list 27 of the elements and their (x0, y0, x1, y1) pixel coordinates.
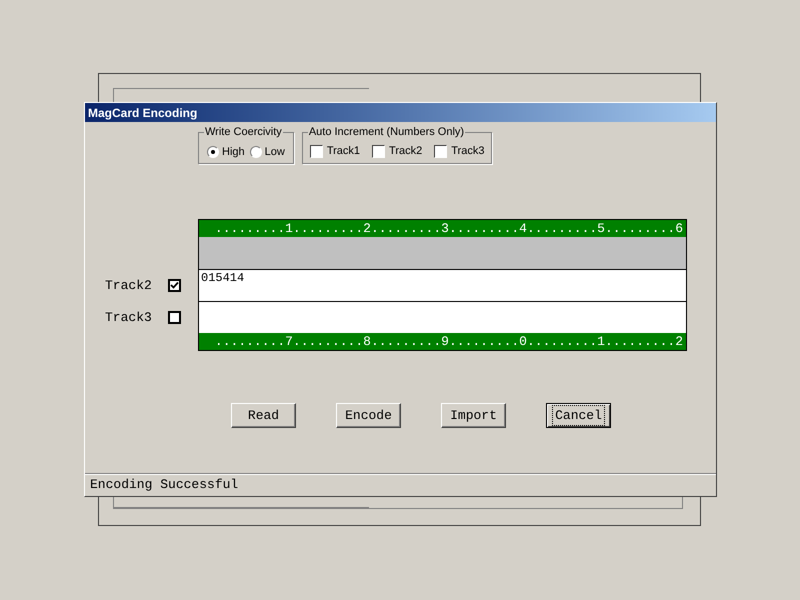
dialog-button[interactable]: Read (231, 403, 296, 428)
dialog-button[interactable]: Cancel (546, 403, 611, 428)
track-field[interactable] (199, 237, 686, 269)
checkbox-label: Track2 (389, 146, 422, 157)
window-title: MagCard Encoding (88, 106, 198, 118)
dialog-button[interactable]: Encode (336, 403, 401, 428)
radio-button[interactable] (250, 146, 262, 158)
radio-label: Low (264, 146, 285, 158)
ruler: .........7.........8.........9.........0.........1.........2 (199, 333, 686, 350)
group-label: Auto Increment (Numbers Only) (308, 125, 466, 139)
checkbox[interactable] (372, 145, 386, 158)
checkbox[interactable] (434, 145, 448, 158)
radio-button[interactable] (207, 146, 219, 158)
checkbox-label: Track1 (326, 146, 360, 157)
ruler: .........1.........2.........3.........4.........5.........6 (199, 220, 686, 237)
track-label: Track2 (105, 278, 152, 292)
status-text: Encoding Successful (90, 476, 238, 494)
checkbox[interactable] (168, 310, 181, 324)
radio-label: High (222, 146, 245, 158)
group-label: Write Coercivity (204, 125, 283, 139)
track-label: Track3 (105, 310, 152, 324)
checkbox-label: Track3 (451, 146, 484, 157)
dialog-button[interactable]: Import (441, 403, 506, 428)
checkbox[interactable] (168, 278, 181, 292)
track-field[interactable] (199, 301, 686, 333)
track-field[interactable]: 015414 (199, 269, 686, 301)
checkbox[interactable] (310, 145, 323, 158)
